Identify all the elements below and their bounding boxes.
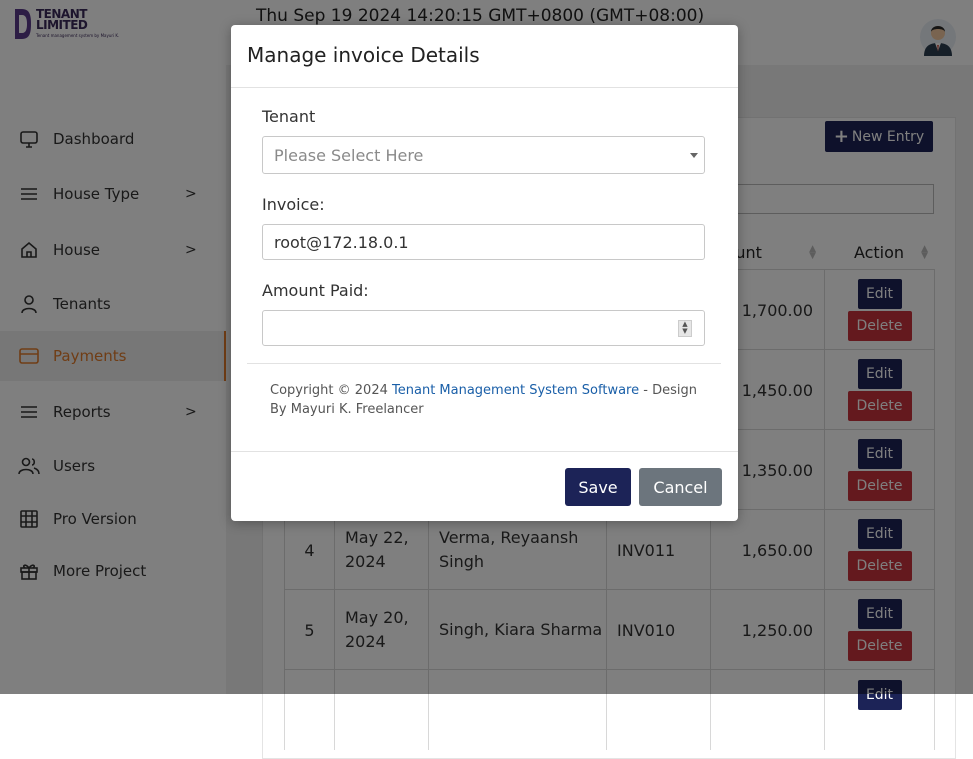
cancel-button[interactable]: Cancel	[639, 468, 722, 506]
tenant-select[interactable]: Please Select Here	[262, 136, 705, 174]
copyright-prefix: Copyright © 2024	[270, 383, 388, 398]
copyright-text: Copyright © 2024 Tenant Management Syste…	[270, 381, 700, 419]
save-button[interactable]: Save	[565, 468, 631, 506]
caret-down-icon	[690, 153, 698, 158]
amount-paid-field[interactable]: ▲ ▼	[262, 310, 705, 346]
modal-title: Manage invoice Details	[247, 43, 480, 67]
app-page: TENANT LIMITED Tenant management system …	[0, 0, 973, 759]
modal-header-divider	[231, 87, 738, 88]
tenant-label: Tenant	[262, 107, 316, 126]
invoice-label: Invoice:	[262, 195, 325, 214]
copyright-link[interactable]: Tenant Management System Software	[392, 383, 639, 398]
manage-invoice-modal: Manage invoice Details Tenant Please Sel…	[231, 25, 738, 521]
invoice-field[interactable]: root@172.18.0.1	[262, 224, 705, 260]
amount-paid-label: Amount Paid:	[262, 281, 369, 300]
tenant-select-placeholder: Please Select Here	[274, 146, 424, 165]
number-spinner-icon[interactable]: ▲ ▼	[678, 320, 692, 337]
modal-footer-divider	[231, 451, 738, 452]
form-divider	[247, 363, 721, 364]
invoice-field-value: root@172.18.0.1	[274, 233, 409, 252]
